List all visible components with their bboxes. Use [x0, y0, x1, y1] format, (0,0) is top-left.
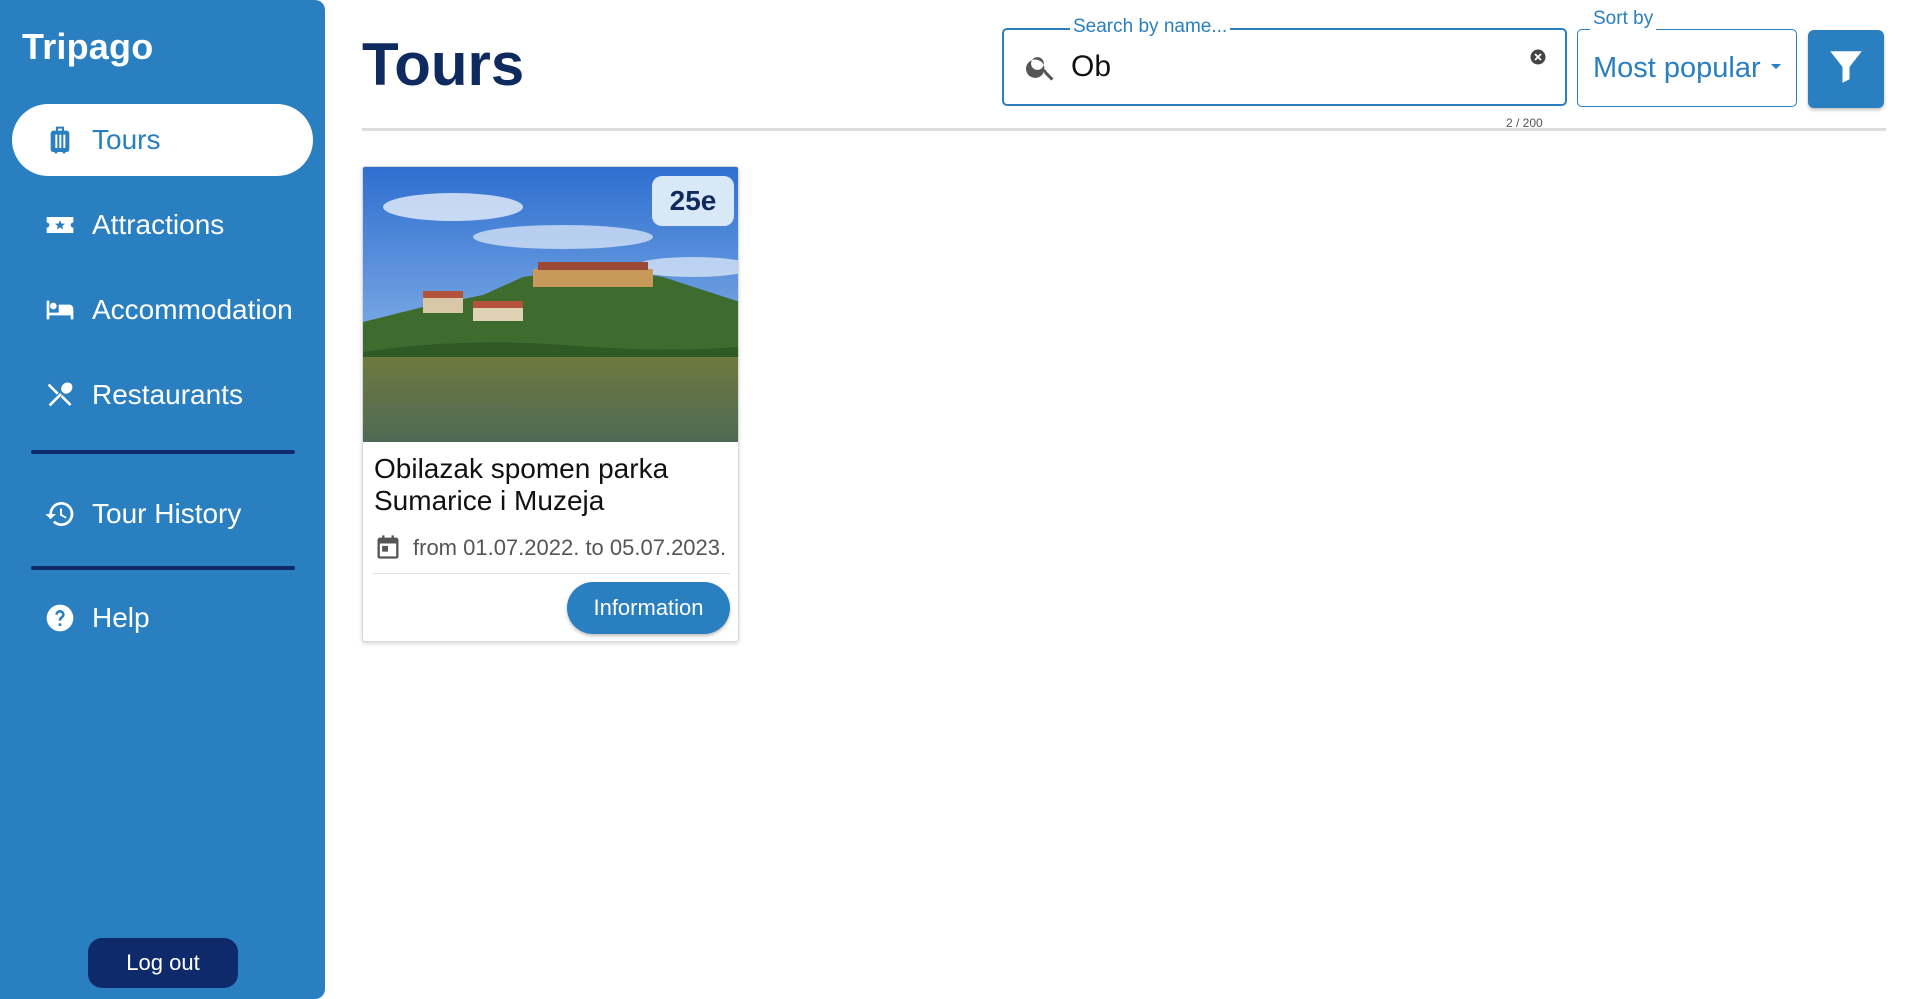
logout-button[interactable]: Log out — [88, 938, 238, 988]
tour-dates: from 01.07.2022. to 05.07.2023. — [413, 535, 727, 560]
clear-icon[interactable] — [1529, 48, 1547, 66]
luggage-icon — [42, 122, 78, 158]
sidebar-item-help[interactable]: Help — [12, 582, 313, 654]
ticket-star-icon — [42, 207, 78, 243]
filter-button[interactable] — [1808, 30, 1884, 108]
history-icon — [42, 496, 78, 532]
sidebar-item-label: Accommodation — [92, 294, 293, 325]
search-icon — [1024, 50, 1058, 84]
information-button[interactable]: Information — [567, 582, 730, 634]
calendar-icon — [374, 533, 402, 561]
sidebar-item-accommodation[interactable]: Accommodation — [12, 274, 313, 346]
sidebar-item-restaurants[interactable]: Restaurants — [12, 359, 313, 431]
sidebar-item-tours[interactable]: Tours — [12, 104, 313, 176]
header-divider — [362, 128, 1886, 131]
utensils-icon — [42, 377, 78, 413]
tour-card: 25e Obilazak spomen parka Sumarice i Muz… — [362, 166, 739, 642]
sidebar-divider — [31, 450, 295, 454]
sidebar-divider — [31, 566, 295, 570]
sidebar-item-label: Tours — [92, 124, 161, 155]
sidebar-item-attractions[interactable]: Attractions — [12, 189, 313, 261]
search-label: Search by name... — [1070, 16, 1231, 38]
help-circle-icon — [42, 600, 78, 636]
search-value[interactable]: Ob — [1071, 50, 1111, 84]
app: Tripago Tours Attractions Accommodation … — [0, 0, 1919, 999]
sidebar-item-label: Help — [92, 602, 150, 633]
sidebar: Tripago Tours Attractions Accommodation … — [0, 0, 325, 999]
price-badge: 25e — [652, 176, 734, 226]
funnel-icon — [1825, 44, 1867, 95]
bed-icon — [42, 292, 78, 328]
page-title: Tours — [362, 31, 525, 98]
card-divider — [373, 573, 730, 574]
sidebar-item-tour-history[interactable]: Tour History — [12, 478, 313, 550]
sort-value[interactable]: Most popular — [1593, 52, 1761, 85]
tour-title: Obilazak spomen parka Sumarice i Muzeja — [374, 453, 669, 516]
sidebar-item-label: Attractions — [92, 209, 225, 240]
sort-label: Sort by — [1590, 8, 1657, 30]
brand-logo[interactable]: Tripago — [22, 26, 153, 68]
sidebar-item-label: Restaurants — [92, 379, 243, 410]
sidebar-item-label: Tour History — [92, 498, 242, 529]
chevron-down-icon[interactable] — [1771, 64, 1781, 69]
